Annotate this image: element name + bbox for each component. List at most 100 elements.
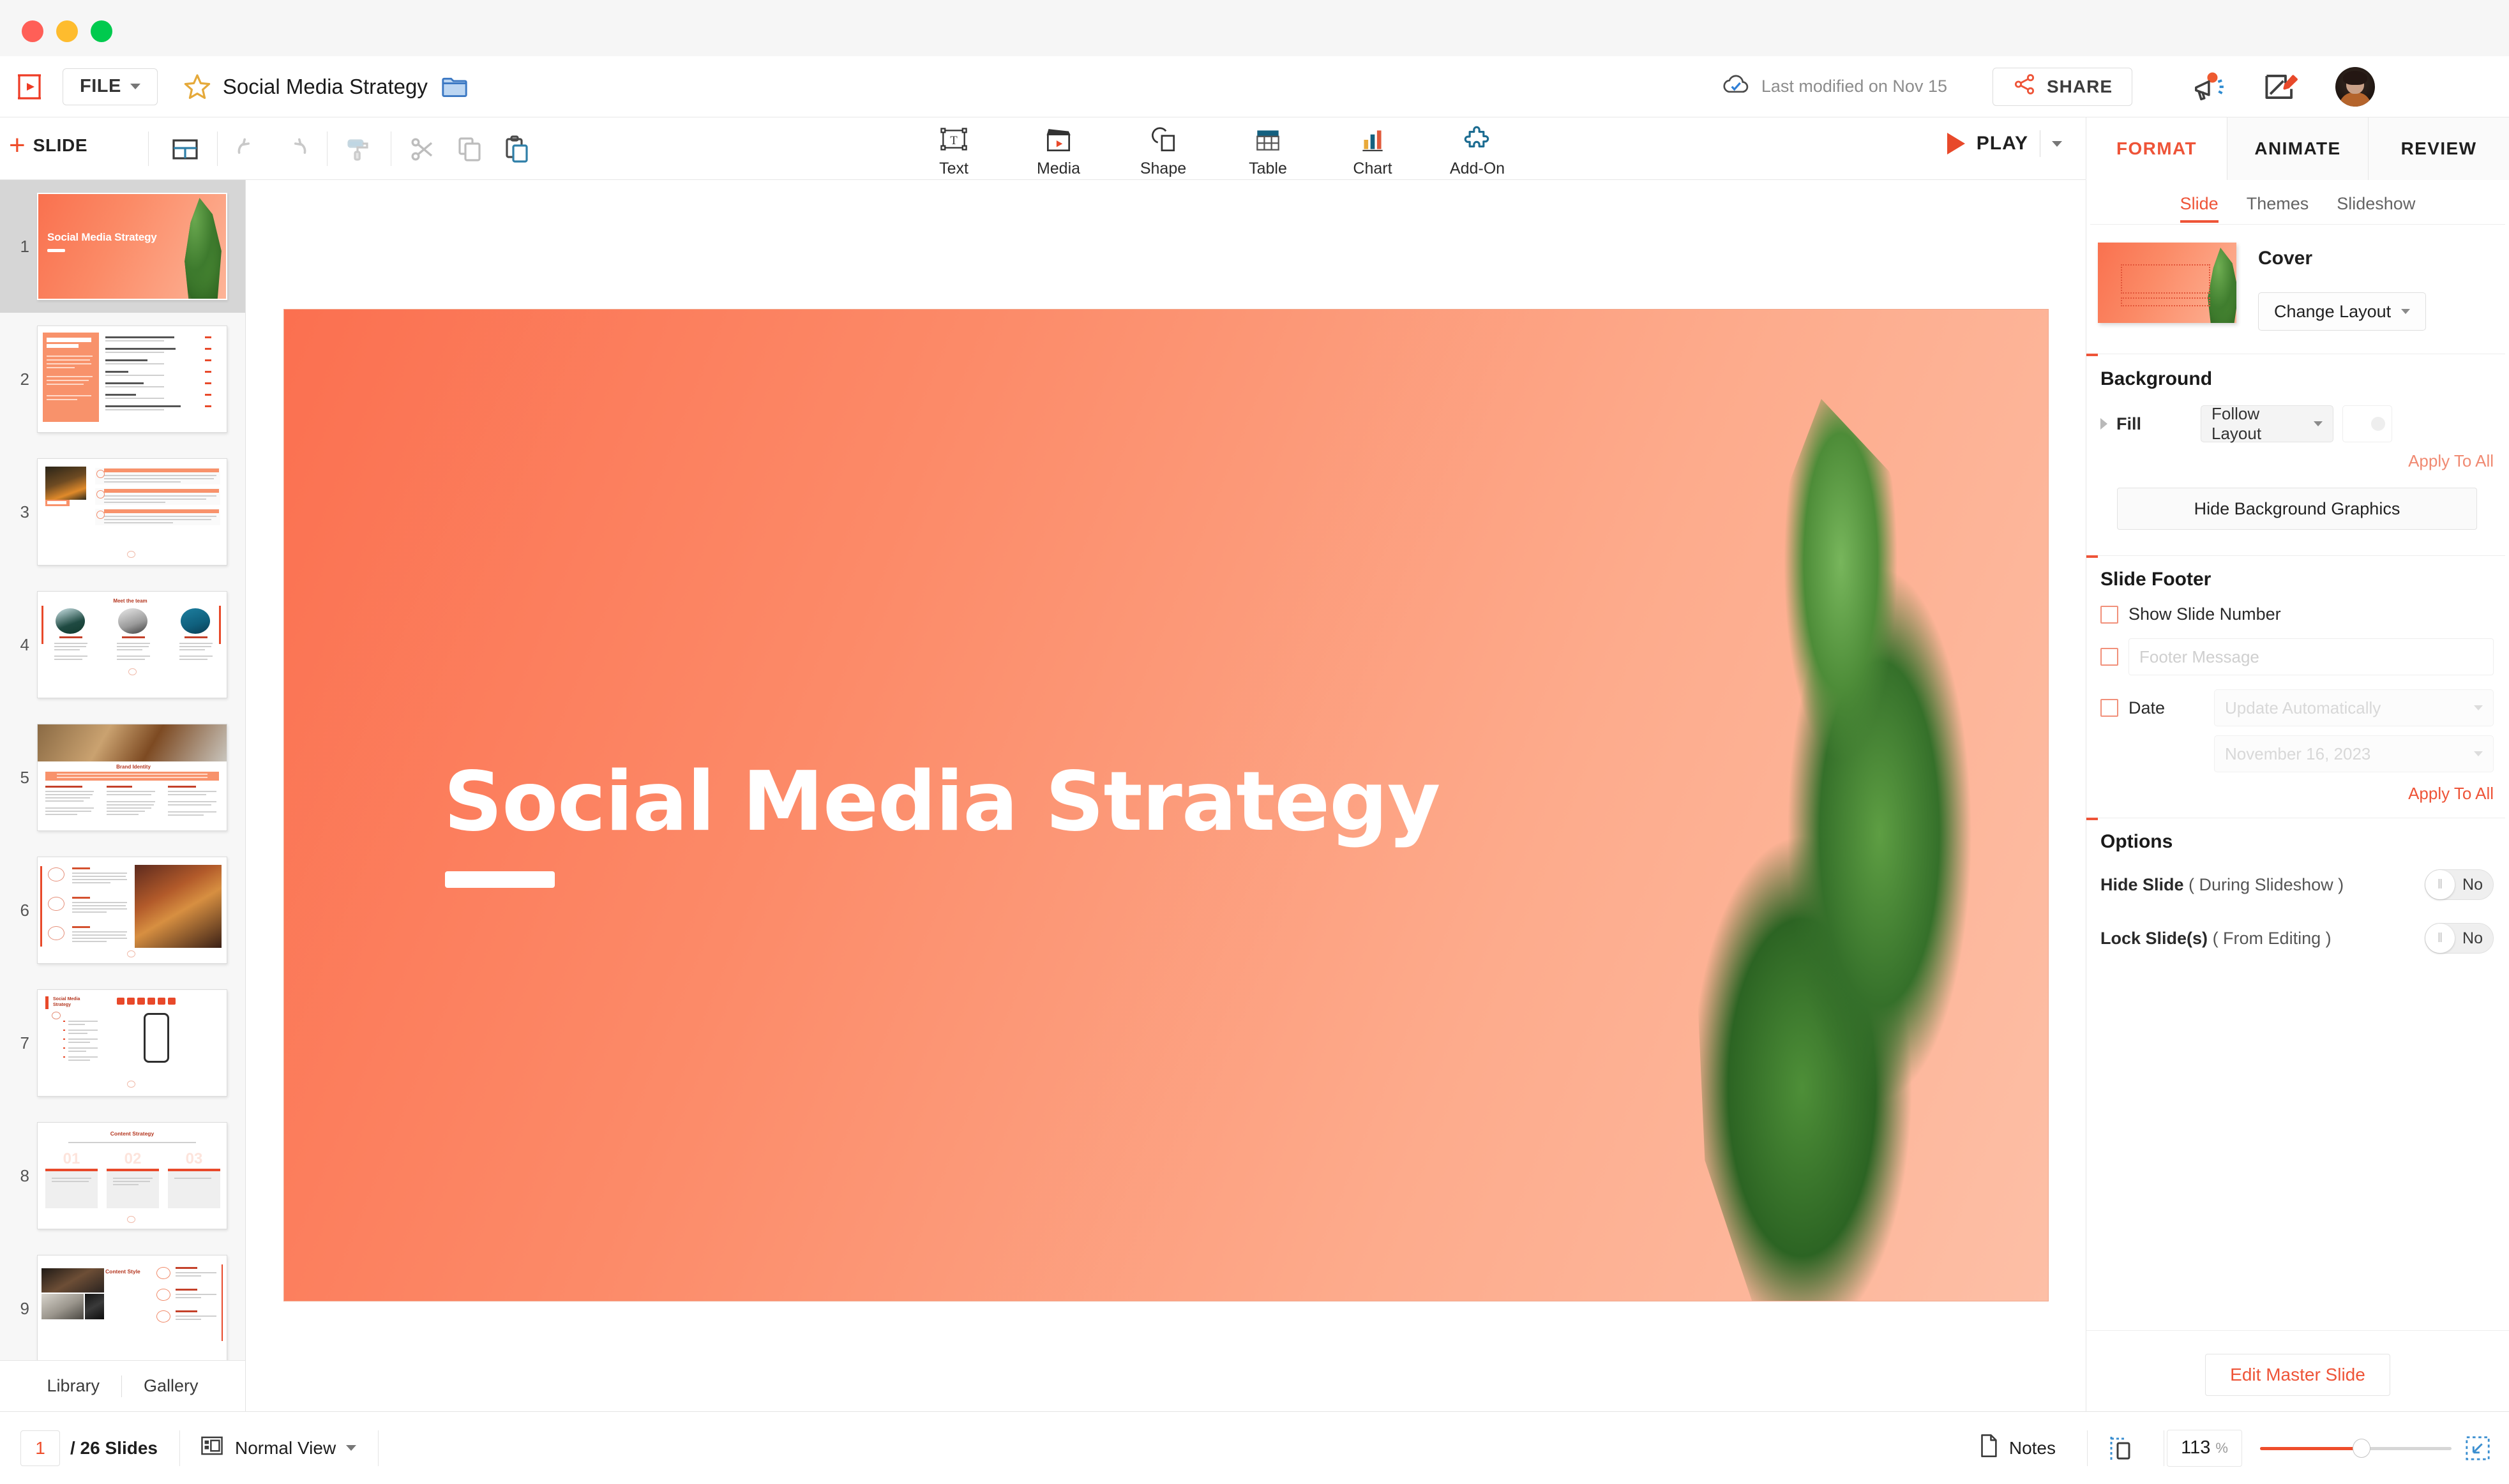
zoom-unit: % xyxy=(2215,1439,2228,1456)
zoom-slider-knob[interactable] xyxy=(2353,1438,2370,1458)
paste-icon[interactable] xyxy=(502,134,532,165)
subtab-slide[interactable]: Slide xyxy=(2180,194,2219,223)
tab-gallery[interactable]: Gallery xyxy=(122,1376,220,1396)
slide-count-label: / 26 Slides xyxy=(70,1437,158,1458)
slide-thumbnail-preview: Brand Identity xyxy=(37,724,227,831)
slide-title-textbox[interactable]: Social Media Strategy xyxy=(444,754,1440,850)
footer-message-input[interactable]: Footer Message xyxy=(2129,638,2494,675)
zoom-slider[interactable] xyxy=(2260,1438,2452,1458)
chevron-down-icon xyxy=(2474,751,2483,756)
window-maximize-button[interactable] xyxy=(91,20,112,42)
slide-thumbnail-preview xyxy=(37,458,227,566)
window-close-button[interactable] xyxy=(22,20,43,42)
guides-icon[interactable] xyxy=(2107,1433,2134,1464)
tab-animate[interactable]: ANIMATE xyxy=(2227,117,2368,180)
chevron-down-icon xyxy=(130,84,140,89)
slide-thumbnail-9[interactable]: 9 Content Style xyxy=(0,1242,245,1375)
slide-number-label: 7 xyxy=(20,1033,29,1053)
status-divider xyxy=(378,1430,379,1466)
insert-shape-label: Shape xyxy=(1140,160,1187,177)
footer-apply-to-all[interactable]: Apply To All xyxy=(2100,784,2494,804)
date-label: Date xyxy=(2129,698,2166,717)
slide-footer-heading: Slide Footer xyxy=(2100,569,2211,590)
insert-media-button[interactable]: Media xyxy=(1024,123,1093,178)
slide-thumbnail-6[interactable]: 6 xyxy=(0,844,245,977)
scissors-icon[interactable] xyxy=(407,134,438,165)
date-mode-select[interactable]: Update Automatically xyxy=(2214,689,2494,726)
tab-format[interactable]: FORMAT xyxy=(2086,117,2227,180)
paint-roller-icon[interactable] xyxy=(343,134,374,165)
shape-icon xyxy=(1147,123,1179,156)
insert-addon-button[interactable]: Add-On xyxy=(1443,123,1512,178)
edit-master-slide-label: Edit Master Slide xyxy=(2230,1365,2365,1384)
change-layout-button[interactable]: Change Layout xyxy=(2258,292,2427,331)
slide-canvas-area[interactable]: Social Media Strategy xyxy=(246,180,2086,1411)
presentation-logo-icon[interactable] xyxy=(11,69,47,105)
megaphone-icon[interactable] xyxy=(2191,70,2228,104)
file-menu-button[interactable]: FILE xyxy=(63,68,158,105)
slide-thumbnail-1[interactable]: 1 Social Media Strategy xyxy=(0,180,245,313)
window-minimize-button[interactable] xyxy=(56,20,78,42)
footer-message-checkbox[interactable] xyxy=(2100,648,2118,666)
plant-graphic xyxy=(185,198,222,299)
play-triangle-icon xyxy=(1947,133,1965,154)
date-checkbox[interactable] xyxy=(2100,699,2118,717)
notes-button[interactable]: Notes xyxy=(1977,1432,2056,1464)
add-slide-button[interactable]: + SLIDE xyxy=(9,131,87,160)
play-button-group[interactable]: PLAY xyxy=(1947,130,2062,157)
slide-layout-icon[interactable] xyxy=(170,134,200,165)
hide-slide-toggle[interactable]: ‖ No xyxy=(2425,869,2494,900)
layout-name: Cover xyxy=(2258,248,2313,269)
slide-thumbnail-5[interactable]: 5 Brand Identity xyxy=(0,711,245,844)
user-avatar[interactable] xyxy=(2335,66,2375,107)
subtab-slideshow[interactable]: Slideshow xyxy=(2337,194,2415,223)
chevron-down-icon xyxy=(346,1445,357,1451)
lock-slide-label: Lock Slide(s) xyxy=(2100,928,2208,948)
triangle-right-icon[interactable] xyxy=(2100,418,2107,430)
slide-number-label: 3 xyxy=(20,502,29,521)
slide-thumbnail-preview: Social Media Strategy xyxy=(37,989,227,1097)
slide-thumbnail-4[interactable]: 4 Meet the team xyxy=(0,578,245,711)
copy-icon[interactable] xyxy=(455,134,485,165)
feedback-pencil-icon[interactable] xyxy=(2263,71,2298,103)
cover-layout-thumbnail[interactable] xyxy=(2098,243,2236,323)
current-slide-input[interactable]: 1 xyxy=(20,1430,60,1466)
edit-master-slide-button[interactable]: Edit Master Slide xyxy=(2205,1354,2390,1396)
subtab-themes[interactable]: Themes xyxy=(2247,194,2309,223)
lock-slide-toggle[interactable]: ‖ No xyxy=(2425,923,2494,954)
slide-thumbnail-2[interactable]: 2 xyxy=(0,313,245,446)
fill-select[interactable]: Follow Layout xyxy=(2201,404,2333,443)
document-bar: FILE Social Media Strategy Last modified… xyxy=(0,56,2509,117)
undo-icon[interactable] xyxy=(234,134,264,165)
insert-chart-button[interactable]: Chart xyxy=(1338,123,1407,178)
document-title[interactable]: Social Media Strategy xyxy=(223,75,428,99)
chevron-down-icon[interactable] xyxy=(2052,140,2062,147)
hide-background-graphics-button[interactable]: Hide Background Graphics xyxy=(2117,488,2477,530)
share-button[interactable]: SHARE xyxy=(1992,67,2132,106)
tab-review[interactable]: REVIEW xyxy=(2368,117,2509,180)
slide-title-rule[interactable] xyxy=(445,871,555,888)
background-apply-to-all[interactable]: Apply To All xyxy=(2100,451,2494,471)
slide-thumbnail-8[interactable]: 8 Content Strategy 01 02 03 xyxy=(0,1109,245,1242)
hide-background-graphics-label: Hide Background Graphics xyxy=(2194,498,2400,518)
active-slide[interactable]: Social Media Strategy xyxy=(284,310,2048,1301)
show-slide-number-checkbox[interactable] xyxy=(2100,605,2118,624)
star-icon[interactable] xyxy=(182,71,213,102)
slide-thumbnail-panel[interactable]: 1 Social Media Strategy 2 3 4 Meet the t… xyxy=(0,180,246,1411)
insert-table-button[interactable]: Table xyxy=(1233,123,1302,178)
tab-library[interactable]: Library xyxy=(25,1376,121,1396)
slide-thumbnail-7[interactable]: 7 Social Media Strategy xyxy=(0,977,245,1109)
section-accent-tick xyxy=(2086,354,2098,356)
zoom-level-input[interactable]: 113 % xyxy=(2167,1429,2242,1467)
folder-icon[interactable] xyxy=(441,74,469,100)
date-value-select[interactable]: November 16, 2023 xyxy=(2214,735,2494,772)
redo-icon[interactable] xyxy=(280,134,310,165)
insert-text-button[interactable]: T Text xyxy=(919,123,988,178)
insert-addon-label: Add-On xyxy=(1449,160,1505,177)
background-color-swatch[interactable] xyxy=(2342,405,2392,442)
fit-to-screen-icon[interactable] xyxy=(2464,1435,2491,1462)
view-mode-selector[interactable]: Normal View xyxy=(199,1434,357,1462)
slide-thumbnail-3[interactable]: 3 xyxy=(0,446,245,578)
insert-shape-button[interactable]: Shape xyxy=(1129,123,1198,178)
title-placeholder-outline xyxy=(2121,264,2210,294)
